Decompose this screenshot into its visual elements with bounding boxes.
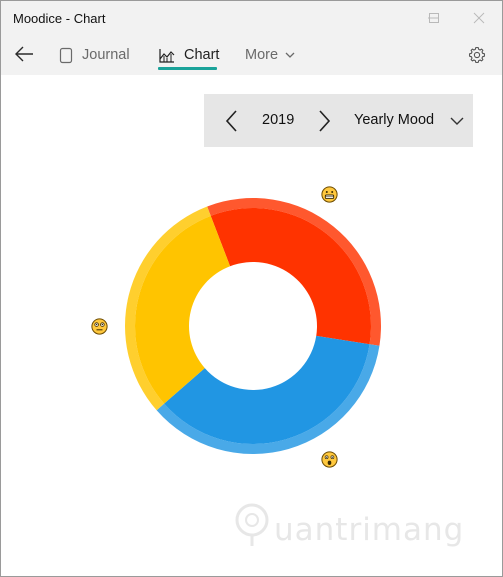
mood-donut-chart xyxy=(124,197,382,455)
grinning-face-icon xyxy=(321,186,338,203)
donut-slice-surprised[interactable] xyxy=(164,335,370,444)
surprised-face-icon xyxy=(321,451,338,468)
app-window: Moodice - Chart Journal Chart More 2019 … xyxy=(0,0,503,577)
donut-slice-flushed[interactable] xyxy=(135,215,231,404)
donut-slice-grinning[interactable] xyxy=(210,208,372,345)
flushed-face-icon xyxy=(91,318,108,335)
lightbulb-logo-icon xyxy=(235,503,269,546)
watermark-text: uantrimang xyxy=(274,512,465,548)
watermark: uantrimang xyxy=(234,498,464,554)
